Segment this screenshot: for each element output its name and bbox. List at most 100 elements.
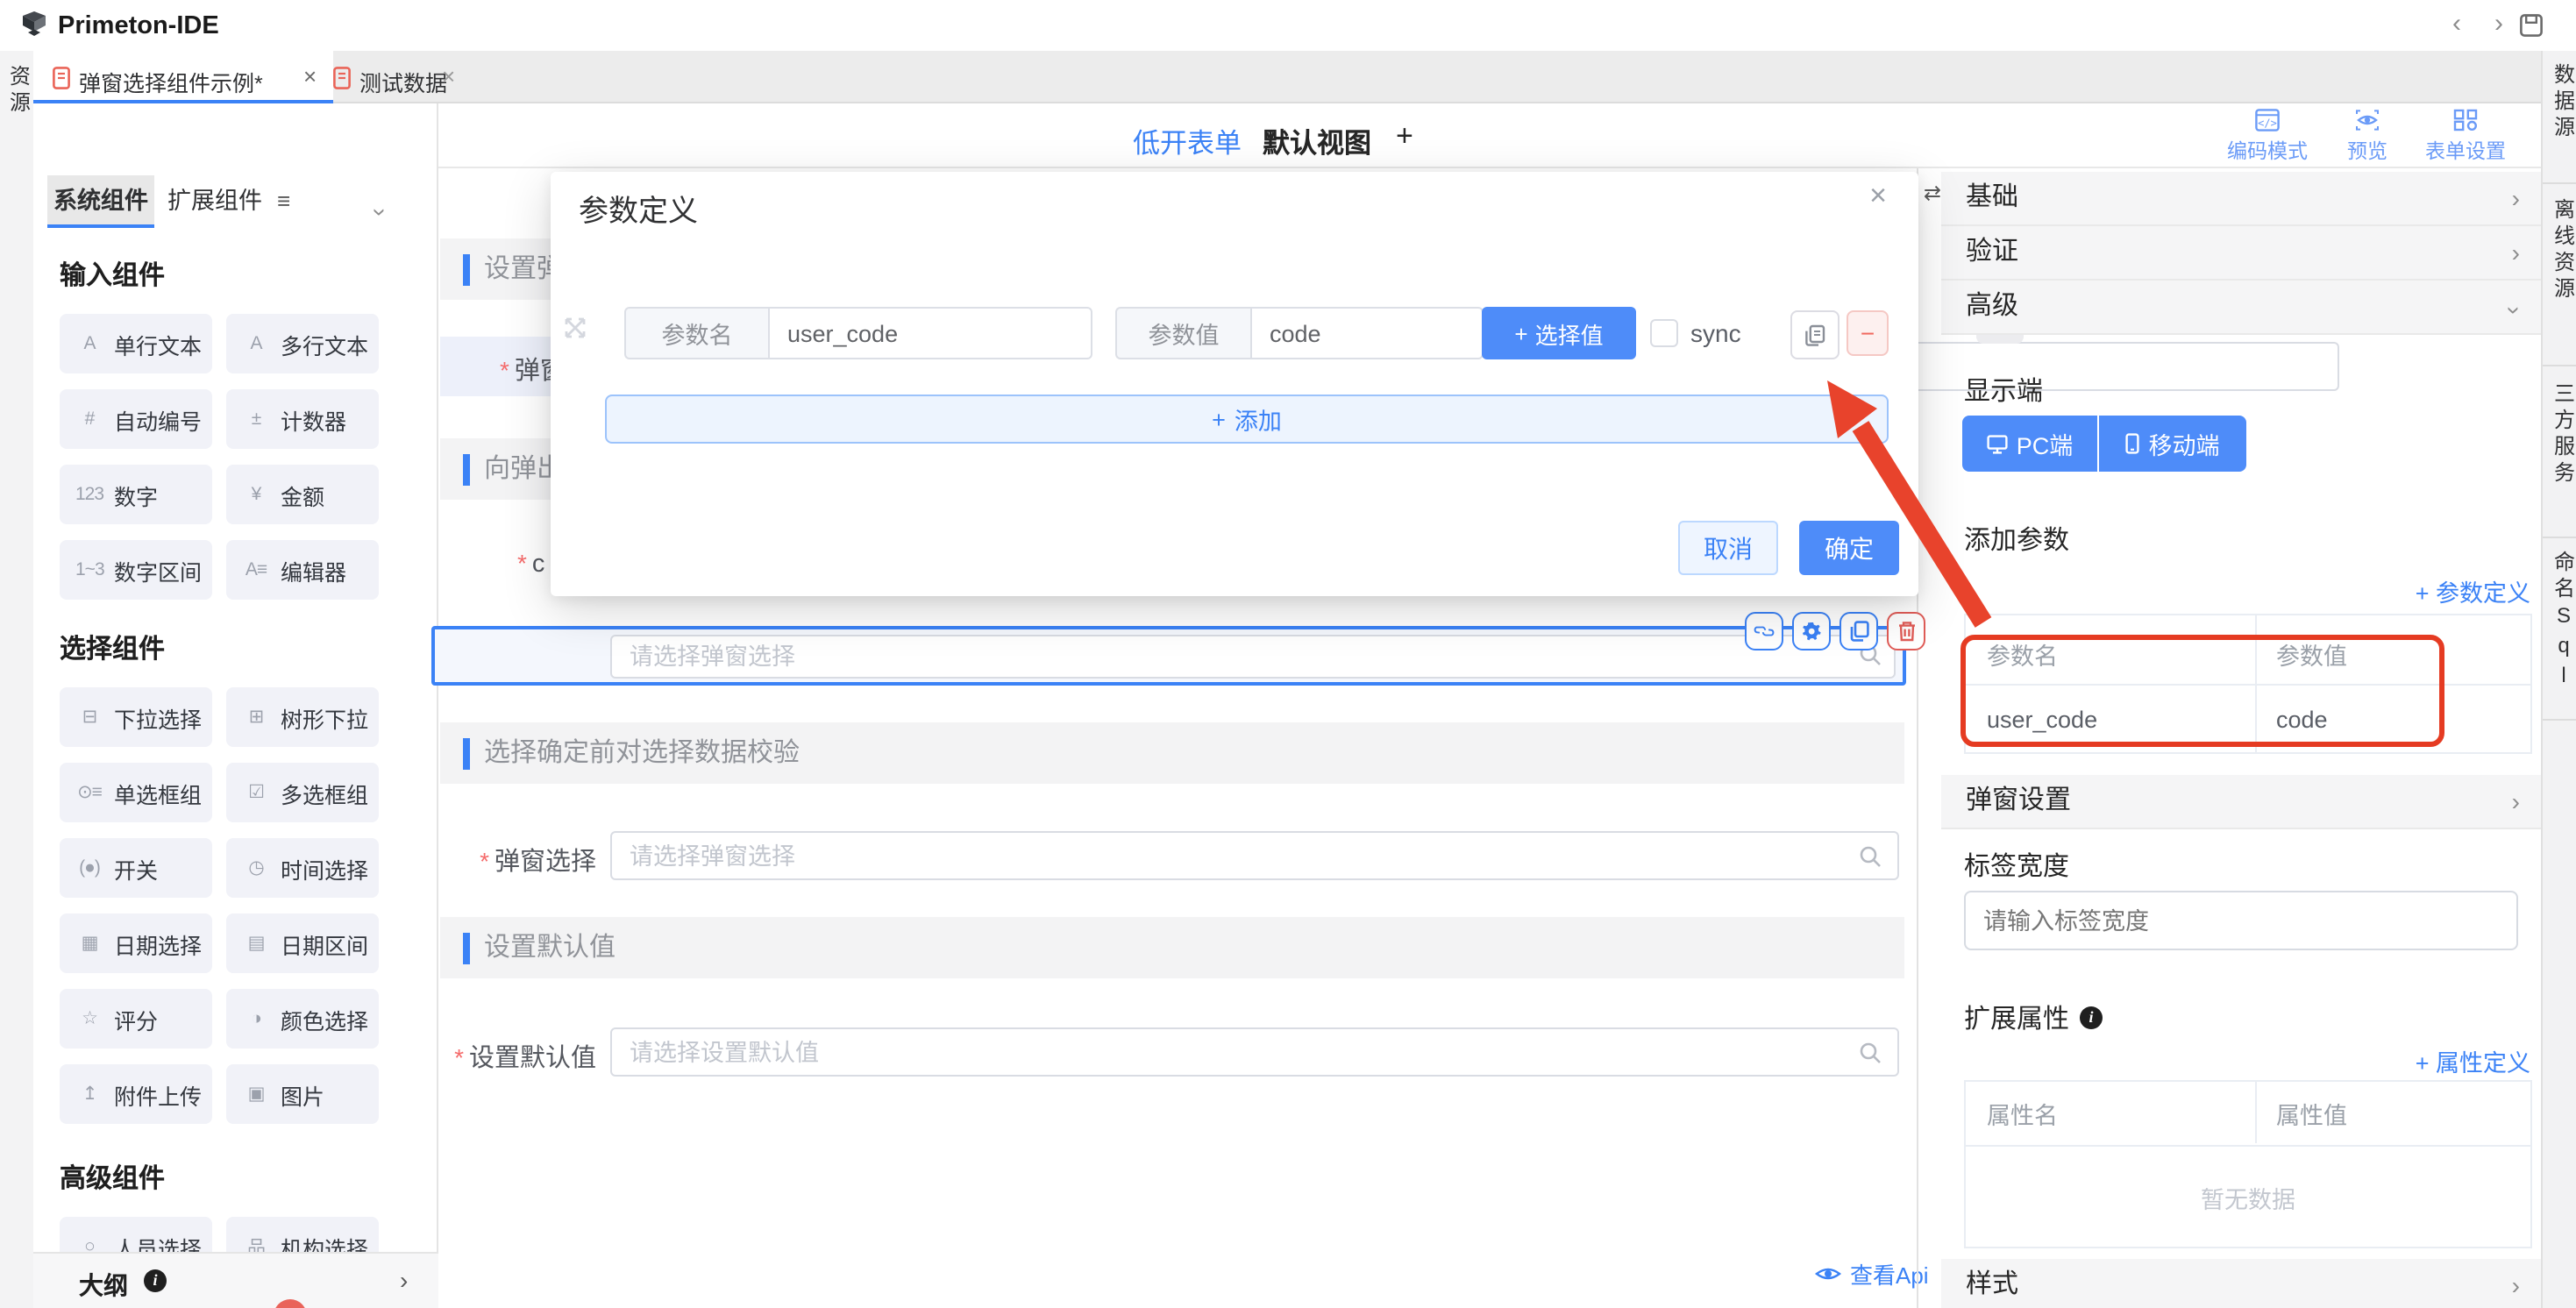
popup-select-input-2[interactable]: [610, 831, 1899, 880]
palette-component-item[interactable]: ⊞ 树形下拉: [226, 687, 379, 747]
left-rail-resources-tab[interactable]: 资源: [5, 65, 35, 117]
table-column-divider: [2255, 1082, 2257, 1143]
save-icon[interactable]: [2520, 14, 2543, 37]
outline-bar[interactable]: 大纲 i ›: [33, 1252, 438, 1308]
canvas-field-popup-select-2[interactable]: *弹窗选择: [440, 831, 1904, 880]
preview-button[interactable]: 预览: [2318, 109, 2416, 165]
tab-default-view[interactable]: 默认视图: [1263, 123, 1371, 161]
component-icon: ¥: [242, 484, 270, 505]
palette-component-item[interactable]: ⊟ 下拉选择: [60, 687, 212, 747]
nav-forward-button[interactable]: ›: [2483, 7, 2515, 42]
attr-define-link[interactable]: + 属性定义: [2416, 1043, 2530, 1078]
outline-info-icon[interactable]: i: [144, 1269, 167, 1292]
rail-tab-offline-resources[interactable]: 离线资源: [2550, 198, 2576, 303]
choose-value-button[interactable]: +选择值: [1482, 307, 1636, 359]
tab-lowcode-form[interactable]: 低开表单: [1133, 123, 1242, 161]
view-api-link[interactable]: 查看Api: [1815, 1257, 1929, 1290]
sync-label: sync: [1690, 319, 1741, 347]
component-icon: 1~3: [75, 559, 103, 580]
palette-component-item[interactable]: A≡ 编辑器: [226, 540, 379, 600]
doc-tab-close-icon[interactable]: ×: [300, 63, 320, 89]
palette-component-item[interactable]: ○ 人员选择: [60, 1217, 212, 1252]
remove-row-button[interactable]: −: [1847, 310, 1889, 356]
palette-component-item[interactable]: 1~3 数字区间: [60, 540, 212, 600]
palette-component-item[interactable]: ¥ 金额: [226, 465, 379, 524]
param-define-link[interactable]: + 参数定义: [2416, 573, 2530, 608]
accordion-basic[interactable]: 基础 ›: [1941, 172, 2541, 226]
palette-component-item[interactable]: (●) 开关: [60, 838, 212, 898]
outline-label: 大纲: [79, 1268, 128, 1303]
rail-tab-datasource[interactable]: 数据源: [2550, 63, 2576, 142]
sidebar-tab-system-components[interactable]: 系统组件: [47, 175, 154, 228]
default-value-input[interactable]: [610, 1027, 1899, 1077]
sync-checkbox[interactable]: [1650, 319, 1678, 347]
panel-collapse-icon[interactable]: ⇄: [1924, 181, 1941, 205]
field-settings-button[interactable]: [1792, 612, 1831, 650]
label-width-input[interactable]: [1964, 891, 2518, 950]
sidebar-tab-extension-components[interactable]: 扩展组件: [161, 175, 268, 228]
component-label: 颜色选择: [281, 1002, 368, 1035]
list-view-icon[interactable]: ≡: [277, 188, 290, 214]
display-target-segment: PC端 移动端: [1962, 416, 2246, 472]
display-mobile-button[interactable]: 移动端: [2099, 416, 2246, 472]
palette-component-item[interactable]: ↥ 附件上传: [60, 1064, 212, 1124]
attr-table-header-row: 属性名 属性值: [1966, 1082, 2530, 1147]
display-pc-label: PC端: [2017, 426, 2074, 461]
drag-handle-icon[interactable]: [563, 316, 587, 340]
palette-component-item[interactable]: ▦ 日期选择: [60, 913, 212, 973]
attr-table-header: 属性值: [2255, 1096, 2347, 1131]
component-icon: ○: [75, 1236, 103, 1252]
palette-component-item[interactable]: A 多行文本: [226, 314, 379, 373]
palette-component-item[interactable]: ☆ 评分: [60, 989, 212, 1049]
canvas-field-default-value[interactable]: *设置默认值: [440, 1027, 1904, 1077]
sidebar-collapse-chevron-icon[interactable]: ›: [355, 208, 408, 216]
doc-tab-close-icon[interactable]: ×: [438, 63, 459, 89]
trash-icon: [1896, 621, 1916, 642]
palette-component-item[interactable]: 品 机构选择: [226, 1217, 379, 1252]
palette-component-item[interactable]: ⊙≡ 单选框组: [60, 763, 212, 822]
accordion-label: 基础: [1966, 172, 2018, 224]
accordion-popup-settings[interactable]: 弹窗设置 ›: [1941, 775, 2541, 829]
info-icon[interactable]: i: [2080, 1006, 2103, 1029]
param-name-input[interactable]: [768, 307, 1092, 359]
field-copy-button[interactable]: [1839, 612, 1878, 650]
phone-icon: [2126, 433, 2140, 454]
component-sidebar: 系统组件 扩展组件 ≡ › 输入组件 A 单行文本 A 多行文本 # 自动编号: [33, 103, 438, 1252]
doc-tab-inactive[interactable]: 测试数据 ×: [333, 51, 482, 103]
dialog-close-icon[interactable]: ×: [1869, 179, 1887, 214]
outline-expand-chevron-icon[interactable]: ›: [400, 1266, 408, 1294]
accordion-validate[interactable]: 验证 ›: [1941, 226, 2541, 281]
accordion-advanced[interactable]: 高级 ›: [1941, 281, 2541, 335]
accordion-style[interactable]: 样式 ›: [1941, 1259, 2541, 1308]
cancel-button[interactable]: 取消: [1678, 521, 1778, 575]
palette-component-item[interactable]: A 单行文本: [60, 314, 212, 373]
code-mode-button[interactable]: </> 编码模式: [2218, 109, 2316, 165]
field-bind-button[interactable]: [1745, 612, 1783, 650]
display-pc-button[interactable]: PC端: [1962, 416, 2097, 472]
palette-component-item[interactable]: # 自动编号: [60, 389, 212, 449]
param-value-input[interactable]: [1250, 307, 1484, 359]
palette-component-item[interactable]: 123 数字: [60, 465, 212, 524]
attr-define-label: 属性定义: [2436, 1050, 2530, 1077]
palette-component-item[interactable]: ☑ 多选框组: [226, 763, 379, 822]
nav-back-button[interactable]: ‹: [2441, 7, 2473, 42]
param-definition-dialog: 参数定义 × 参数名 参数值 +选择值 sync − +添加 取消 确定: [551, 172, 1918, 596]
confirm-button[interactable]: 确定: [1799, 521, 1899, 575]
popup-select-input[interactable]: [610, 635, 1896, 679]
sidebar-tab-indicator: [47, 224, 154, 228]
palette-component-item[interactable]: ± 计数器: [226, 389, 379, 449]
accordion-label: 样式: [1966, 1259, 2018, 1308]
copy-row-button[interactable]: [1790, 310, 1839, 359]
palette-component-item[interactable]: ▤ 日期区间: [226, 913, 379, 973]
field-delete-button[interactable]: [1887, 612, 1925, 650]
doc-tab-active[interactable]: 弹窗选择组件示例* ×: [33, 51, 333, 103]
add-param-row-button[interactable]: +添加: [605, 395, 1889, 444]
add-view-button[interactable]: +: [1396, 119, 1413, 154]
canvas-field-popup-select-selected[interactable]: *弹窗选择: [431, 626, 1906, 686]
rail-tab-third-party-services[interactable]: 三方服务: [2550, 382, 2576, 487]
form-settings-button[interactable]: 表单设置: [2416, 109, 2515, 165]
component-icon: 品: [242, 1233, 270, 1252]
rail-tab-named-sql[interactable]: 命名Sql: [2550, 551, 2576, 693]
right-rail: 数据源 离线资源 三方服务 命名Sql: [2541, 51, 2576, 1308]
add-label: 添加: [1235, 402, 1282, 437]
